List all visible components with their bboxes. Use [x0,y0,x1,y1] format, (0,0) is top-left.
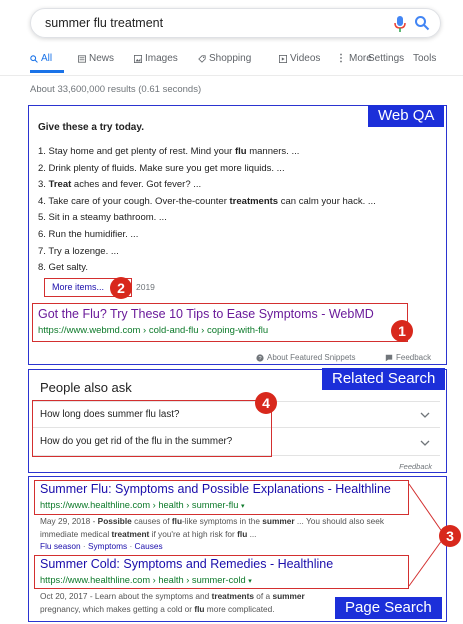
snippet-feedback[interactable]: Feedback [385,353,431,362]
list-item: 8. Get salty. [38,262,88,274]
badge-3: 3 [439,525,461,547]
list-item: 3. Treat aches and fever. Got fever? ... [38,179,202,191]
tab-label: Shopping [209,53,252,64]
tabs-divider [0,75,463,76]
sitelink[interactable]: Symptoms [88,541,127,551]
featured-result-url[interactable]: https://www.webmd.com › cold-and-flu › c… [38,325,268,336]
search-icon[interactable] [414,15,430,31]
list-item: 2. Drink plenty of fluids. Make sure you… [38,162,285,174]
search-tabs: All News Images Shopping Videos ⋮ More S… [30,53,440,73]
paa-feedback[interactable]: Feedback [399,462,432,471]
search-icon [30,54,38,63]
result-title[interactable]: Summer Cold: Symptoms and Remedies - Hea… [40,557,333,571]
microphone-icon[interactable] [394,16,406,32]
result-sitelinks: Flu season · Symptoms · Causes [40,541,163,551]
images-icon [134,54,142,63]
result-stats: About 33,600,000 results (0.61 seconds) [30,84,202,95]
more-icon: ⋮ [336,53,346,64]
related-search-label: Related Search [322,368,446,390]
shopping-icon [198,54,206,63]
featured-result-title[interactable]: Got the Flu? Try These 10 Tips to Ease S… [38,307,374,321]
active-tab-indicator [30,70,64,73]
settings-link[interactable]: Settings [368,53,404,64]
result-url[interactable]: https://www.healthline.com › health › su… [40,500,245,510]
snippet-heading: Give these a try today. [38,122,144,133]
result-url[interactable]: https://www.healthline.com › health › su… [40,575,252,585]
tab-label: Videos [290,53,321,64]
search-input[interactable]: summer flu treatment [45,16,163,30]
snippet-list: 1. Stay home and get plenty of rest. Min… [38,144,376,277]
paa-questions-highlight [32,400,272,457]
dropdown-arrow-icon[interactable]: ▾ [241,503,245,510]
svg-text:?: ? [258,356,261,362]
badge-2: 2 [110,277,132,299]
result-snippet: Oct 20, 2017 - Learn about the symptoms … [40,591,305,601]
list-item: 5. Sit in a steamy bathroom. ... [38,212,167,224]
result-snippet: pregnancy, which makes getting a cold or… [40,604,275,614]
tab-shopping[interactable]: Shopping [198,53,251,64]
tab-more[interactable]: ⋮ More [336,53,372,64]
help-icon: ? [256,353,264,362]
list-item: 1. Stay home and get plenty of rest. Min… [38,146,300,157]
news-icon [78,54,86,63]
page-search-label: Page Search [335,597,442,619]
web-qa-label: Web QA [368,105,445,127]
chevron-down-icon[interactable] [420,440,430,448]
tab-news[interactable]: News [78,53,114,64]
chevron-down-icon[interactable] [420,412,430,420]
tab-label: Images [145,53,178,64]
tab-images[interactable]: Images [134,53,178,64]
tab-all[interactable]: All [30,53,52,64]
tab-videos[interactable]: Videos [279,53,320,64]
tab-label: News [89,53,115,64]
search-bar[interactable]: summer flu treatment [30,8,441,38]
tab-label: All [41,53,53,64]
list-item: 4. Take care of your cough. Over-the-cou… [38,195,376,207]
sitelink[interactable]: Flu season [40,541,81,551]
dropdown-arrow-icon[interactable]: ▾ [248,578,252,585]
list-item: 6. Run the humidifier. ... [38,228,139,240]
result-snippet: immediate medical treatment if you're at… [40,529,257,539]
about-featured-snippets[interactable]: ? About Featured Snippets [256,353,356,362]
result-snippet: May 29, 2018 - Possible causes of flu-li… [40,516,385,526]
more-items-link[interactable]: More items... [52,282,104,292]
tools-link[interactable]: Tools [413,53,436,64]
badge-1: 1 [391,320,413,342]
list-item: 7. Try a lozenge. ... [38,245,119,257]
videos-icon [279,54,287,63]
feedback-icon [385,354,393,361]
result-title[interactable]: Summer Flu: Symptoms and Possible Explan… [40,482,391,496]
sitelink[interactable]: Causes [135,541,163,551]
badge-4: 4 [255,392,277,414]
people-also-ask-title: People also ask [40,380,132,395]
snippet-date: 2019 [136,282,155,292]
